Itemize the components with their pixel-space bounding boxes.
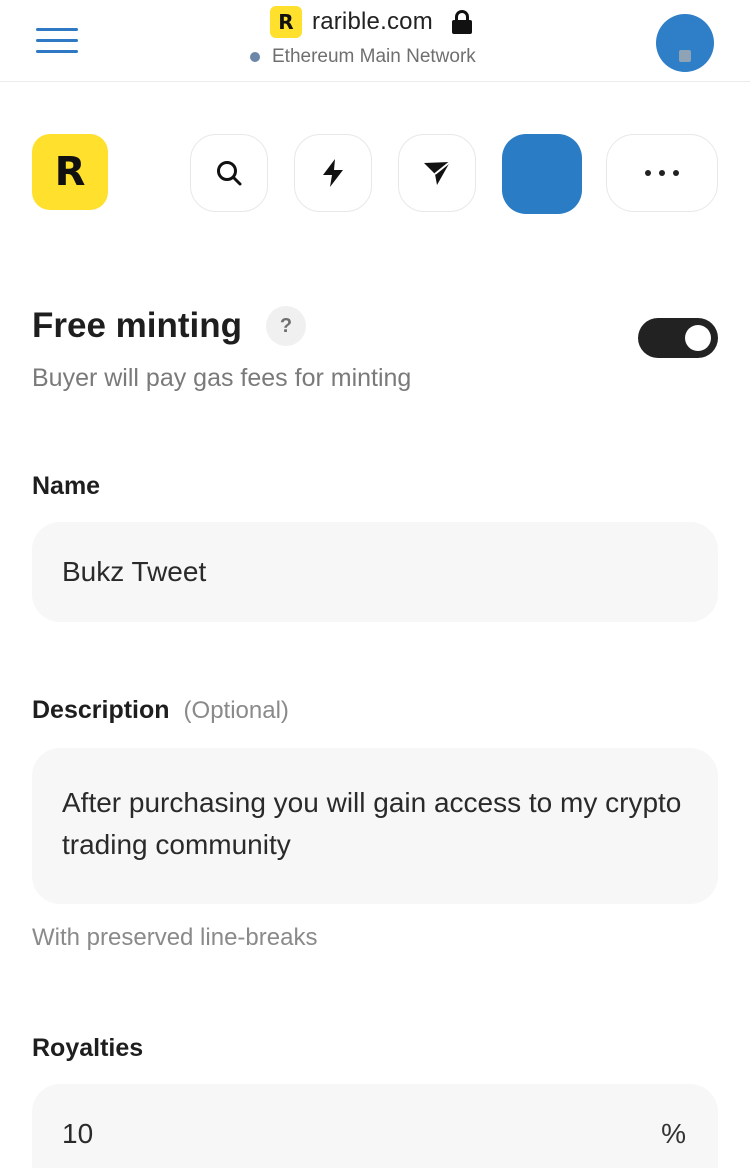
rarible-logo-small: R [270,6,302,38]
rarible-logo[interactable]: R [32,134,108,210]
description-label: Description [32,696,170,724]
toggle-knob [685,325,711,351]
royalties-field[interactable]: 10 % [32,1084,718,1168]
name-field[interactable]: Bukz Tweet [32,522,718,622]
site-logo-letter: R [278,10,294,34]
site-url: rarible.com [312,8,433,35]
menu-icon[interactable] [36,28,78,56]
royalties-label: Royalties [32,1034,144,1062]
free-minting-toggle[interactable] [638,318,718,358]
lock-icon [451,10,473,34]
send-icon [424,161,451,185]
description-label-row: Description (Optional) [32,696,289,725]
top-bar: R rarible.com Ethereum Main Network [0,0,750,82]
network-indicator[interactable]: Ethereum Main Network [250,46,476,68]
activity-button[interactable] [294,134,372,212]
more-button[interactable] [606,134,718,212]
help-icon[interactable]: ? [266,306,306,346]
free-minting-title: Free minting [32,306,243,345]
percent-suffix: % [661,1118,686,1149]
description-hint: With preserved line-breaks [32,924,318,951]
network-status-dot [250,52,260,62]
free-minting-subtitle: Buyer will pay gas fees for minting [32,364,412,392]
royalties-value: 10 [62,1118,94,1149]
lightning-icon [323,159,343,187]
more-icon [645,170,679,176]
network-name: Ethereum Main Network [272,46,476,67]
avatar[interactable] [656,14,714,72]
name-label: Name [32,472,101,500]
logo-letter: R [54,149,86,195]
name-value: Bukz Tweet [62,556,207,587]
search-button[interactable] [190,134,268,212]
search-icon [217,161,242,186]
profile-tile[interactable] [502,134,582,214]
description-value: After purchasing you will gain access to… [62,787,682,860]
description-field[interactable]: After purchasing you will gain access to… [32,748,718,904]
send-button[interactable] [398,134,476,212]
site-header: R rarible.com [270,6,473,38]
optional-tag: (Optional) [183,697,289,724]
